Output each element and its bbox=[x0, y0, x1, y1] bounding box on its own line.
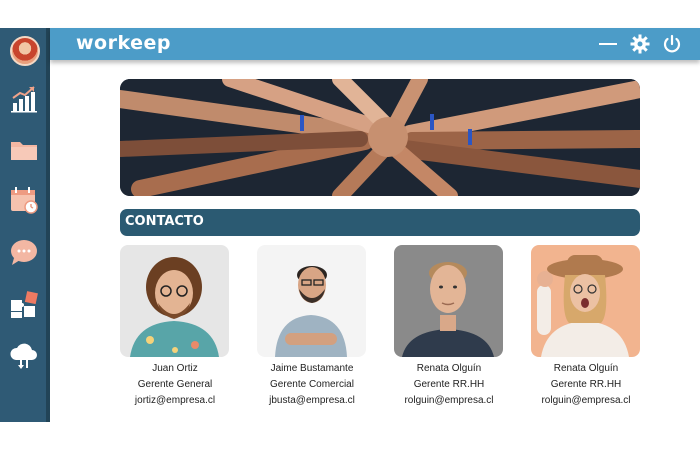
contact-role: Gerente General bbox=[137, 379, 213, 390]
team-hands-banner bbox=[120, 79, 640, 196]
contact-photo bbox=[394, 245, 503, 357]
chat-bubble-icon[interactable] bbox=[9, 237, 39, 267]
contact-card[interactable]: Juan Ortiz Gerente General jortiz@empres… bbox=[120, 245, 230, 409]
top-header: workeep bbox=[50, 28, 700, 60]
contact-email[interactable]: rolguin@empresa.cl bbox=[394, 393, 504, 409]
contact-email[interactable]: jbusta@empresa.cl bbox=[257, 393, 367, 409]
minimize-icon[interactable] bbox=[598, 34, 618, 54]
sidebar bbox=[0, 28, 50, 422]
contact-photo bbox=[257, 245, 366, 357]
contact-name: Renata Olguín bbox=[416, 363, 482, 374]
section-header: CONTACTO bbox=[120, 209, 640, 236]
contact-email[interactable]: jortiz@empresa.cl bbox=[120, 393, 230, 409]
folder-icon[interactable] bbox=[9, 135, 39, 165]
contact-email[interactable]: rolguin@empresa.cl bbox=[531, 393, 641, 409]
main-content: CONTACTO Juan Ortiz Gerente General jort… bbox=[50, 60, 700, 422]
cloud-sync-icon[interactable] bbox=[9, 340, 39, 370]
contact-role: Gerente Comercial bbox=[270, 379, 354, 390]
section-title: CONTACTO bbox=[125, 214, 204, 229]
contact-photo bbox=[120, 245, 229, 357]
contact-card[interactable]: Jaime Bustamante Gerente Comercial jbust… bbox=[257, 245, 367, 409]
power-icon[interactable] bbox=[662, 34, 682, 54]
avatar[interactable] bbox=[10, 36, 40, 66]
gear-icon[interactable] bbox=[630, 34, 650, 54]
contact-card[interactable]: Renata Olguín Gerente RR.HH rolguin@empr… bbox=[394, 245, 504, 409]
contact-role: Gerente RR.HH bbox=[550, 379, 622, 390]
app-window: workeep CONTACTO Juan Ortiz Gerente Gene… bbox=[0, 28, 700, 422]
contact-name: Jaime Bustamante bbox=[270, 363, 354, 374]
contact-card[interactable]: Renata Olguín Gerente RR.HH rolguin@empr… bbox=[531, 245, 641, 409]
puzzle-icon[interactable] bbox=[9, 290, 39, 320]
app-logo: workeep bbox=[76, 32, 171, 54]
chart-growth-icon[interactable] bbox=[9, 84, 39, 114]
contact-photo bbox=[531, 245, 640, 357]
contact-name: Renata Olguín bbox=[553, 363, 619, 374]
contact-role: Gerente RR.HH bbox=[413, 379, 485, 390]
calendar-clock-icon[interactable] bbox=[9, 185, 39, 215]
contact-name: Juan Ortiz bbox=[152, 363, 198, 374]
